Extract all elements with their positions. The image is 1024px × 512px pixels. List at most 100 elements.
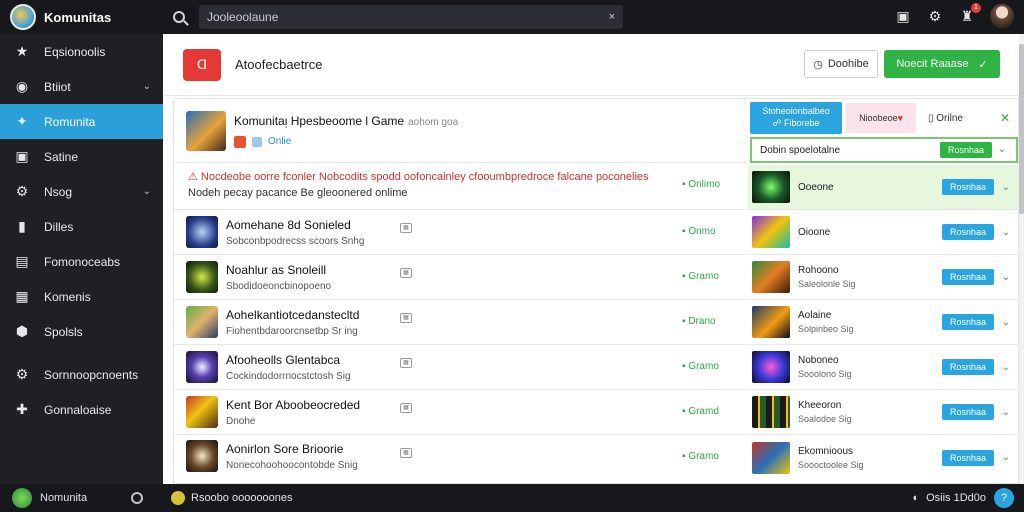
chevron-down-icon[interactable]: ⌄ bbox=[143, 81, 151, 92]
chevron-down-icon[interactable]: ⌄ bbox=[1002, 362, 1010, 373]
game-title: Aomehane 8d Sonieled bbox=[226, 217, 351, 232]
game-tag-icon[interactable]: ▦ bbox=[400, 358, 412, 368]
friend-name: Ooeone bbox=[798, 181, 834, 193]
sidebar-item-4[interactable]: ⚙ Nsog ⌄ bbox=[0, 174, 163, 209]
game-status-label: Gramo bbox=[688, 271, 719, 282]
friend-row[interactable]: Noboneo Sooolono Sig Rosnhaa ⌄ bbox=[748, 345, 1020, 390]
game-status: ▪ Onmo bbox=[682, 226, 716, 237]
tab-friends[interactable]: Stoheoionbalbeo ☍ Fiborebe bbox=[750, 102, 842, 134]
game-row[interactable]: Noahlur as Snoleill Sbodidoeoncbinopoeno … bbox=[174, 255, 746, 300]
secondary-button[interactable]: ◷ Doohibe bbox=[804, 50, 878, 78]
friend-row[interactable]: Rohoono Saleolonle Sig Rosnhaa ⌄ bbox=[748, 255, 1020, 300]
chevron-down-icon[interactable]: ⌄ bbox=[143, 186, 151, 197]
bottom-status[interactable]: Rsoobo ooooooones bbox=[171, 491, 293, 505]
friend-row[interactable]: Kheeoron Soalodoe Sig Rosnhaa ⌄ bbox=[748, 390, 1020, 435]
sidebar-item-label: Sornnoopcnoents bbox=[44, 367, 139, 382]
sidebar-item-9[interactable]: ⚙ Sornnoopcnoents bbox=[0, 357, 163, 392]
scrollbar-thumb[interactable] bbox=[1019, 44, 1024, 214]
friend-row[interactable]: Ekomnioous Soooctoolee Sig Rosnhaa ⌄ bbox=[748, 435, 1020, 480]
friends-filter[interactable]: Dobin spoelotalne Rosnhaa ⌄ bbox=[750, 137, 1018, 163]
game-row[interactable]: Afooheolls Glentabca Cockindodorrnocstcto… bbox=[174, 345, 746, 390]
chevron-down-icon[interactable]: ⌄ bbox=[1002, 317, 1010, 328]
chevron-down-icon[interactable]: ⌄ bbox=[1002, 452, 1010, 463]
friend-action-button[interactable]: Rosnhaa bbox=[942, 269, 994, 285]
chevron-down-icon[interactable]: ⌄ bbox=[1002, 227, 1010, 238]
game-title: Aonirlon Sore Brioorie bbox=[226, 441, 344, 456]
friend-action-button[interactable]: Rosnhaa bbox=[942, 404, 994, 420]
game-tag-icon[interactable]: ▦ bbox=[400, 403, 412, 413]
featured-game-row[interactable]: Komunitaᴉ Hpesbeoome l Game aohom goa Onl… bbox=[174, 99, 746, 163]
game-row[interactable]: Aomehane 8d Sonieled Sobconbpodrecss scoo… bbox=[174, 210, 746, 255]
sidebar-item-label: Fomonoceabs bbox=[44, 254, 121, 269]
friend-row[interactable]: Oioone Rosnhaa ⌄ bbox=[748, 210, 1020, 255]
help-button[interactable]: ? bbox=[994, 488, 1014, 508]
alert-message: ⚠ Nocdeobe oorre fconler Nobcodits spodd… bbox=[174, 163, 746, 210]
chevron-down-icon[interactable]: ⌄ bbox=[1002, 272, 1010, 283]
sidebar-item-0[interactable]: ★ Eqsionoolis bbox=[0, 34, 163, 69]
sidebar-item-7[interactable]: ▦ Komenis bbox=[0, 279, 163, 314]
sidebar-item-10[interactable]: ✚ Gonnaloaise bbox=[0, 392, 163, 427]
avatar[interactable] bbox=[990, 4, 1014, 28]
friend-row[interactable]: Aolaine Solpinbeo Sig Rosnhaa ⌄ bbox=[748, 300, 1020, 345]
friend-row[interactable]: Ooeone Rosnhaa ⌄ bbox=[748, 165, 1020, 210]
search-input[interactable] bbox=[207, 10, 587, 24]
sidebar-item-5[interactable]: ▮ Dilles bbox=[0, 209, 163, 244]
primary-button[interactable]: Noecit Raaase ✓ bbox=[884, 50, 1000, 78]
filter-button[interactable]: Rosnhaa bbox=[940, 142, 992, 158]
game-row[interactable]: Kent Bor Aboobeocreded Dnohe ▦ ▪ Gramd bbox=[174, 390, 746, 435]
friend-sub: Sooolono Sig bbox=[798, 369, 852, 379]
game-tag-icon[interactable]: ▦ bbox=[400, 313, 412, 323]
page-header: ᗡ Atoofecbaetrce ◷ Doohibe Noecit Raaase ✓ bbox=[163, 34, 1024, 96]
sidebar-item-1[interactable]: ◉ Btiiot ⌄ bbox=[0, 69, 163, 104]
image-icon[interactable]: ▣ bbox=[894, 7, 912, 25]
app-logo-icon bbox=[10, 4, 36, 30]
friend-action-button[interactable]: Rosnhaa bbox=[942, 359, 994, 375]
friend-action-button[interactable]: Rosnhaa bbox=[942, 449, 994, 466]
status-ring-icon[interactable] bbox=[131, 492, 143, 504]
brand[interactable]: Komunitas bbox=[0, 0, 163, 34]
game-tag-icon[interactable]: ▦ bbox=[400, 448, 412, 458]
chevron-down-icon[interactable]: ⌄ bbox=[1002, 407, 1010, 418]
sidebar-item-label: Btiiot bbox=[44, 79, 71, 94]
friend-name: Oioone bbox=[798, 226, 831, 238]
sidebar-item-label: Spolsls bbox=[44, 324, 83, 339]
gear-icon[interactable]: ⚙ bbox=[926, 7, 944, 25]
close-icon[interactable]: ✕ bbox=[1000, 111, 1010, 125]
game-subtitle: Fiohentbdaroorcnsetbp Sr ing bbox=[226, 325, 358, 337]
game-title: Aohelkantiotcedanstecltd bbox=[226, 307, 360, 322]
chevron-down-icon[interactable]: ⌄ bbox=[998, 144, 1006, 155]
sidebar-item-8[interactable]: ⬢ Spolsls bbox=[0, 314, 163, 349]
game-tag-icon[interactable]: ▦ bbox=[400, 223, 412, 233]
friend-action-button[interactable]: Rosnhaa bbox=[942, 179, 994, 195]
game-thumbnail bbox=[186, 396, 218, 428]
notification-icon[interactable]: ♜ 1 bbox=[958, 3, 981, 25]
tab-online[interactable]: ▯ Orilne bbox=[928, 113, 963, 124]
friend-sub: Soooctoolee Sig bbox=[798, 459, 864, 470]
game-row[interactable]: Aohelkantiotcedanstecltd Fiohentbdaroorcn… bbox=[174, 300, 746, 345]
tab-requests[interactable]: Nioobeoe♥ bbox=[846, 103, 916, 133]
games-panel: Komunitaᴉ Hpesbeoome l Game aohom goa Onl… bbox=[173, 98, 1020, 484]
friend-name: Kheeoron bbox=[798, 400, 842, 411]
game-tag-icon[interactable]: ▦ bbox=[400, 268, 412, 278]
search-icon[interactable] bbox=[173, 11, 185, 23]
friend-avatar bbox=[752, 171, 790, 203]
game-row[interactable]: Aonirlon Sore Brioorie Nonecohoohoocontob… bbox=[174, 435, 746, 477]
game-subtitle: Nonecohoohoocontobde Snig bbox=[226, 459, 358, 471]
game-thumbnail bbox=[186, 306, 218, 338]
sidebar-item-label: Nsog bbox=[44, 184, 73, 199]
app-name: Komunitas bbox=[44, 9, 112, 25]
friend-action-button[interactable]: Rosnhaa bbox=[942, 224, 994, 240]
clear-search-icon[interactable]: × bbox=[609, 11, 615, 23]
sidebar-item-2[interactable]: ✦ Romunita bbox=[0, 104, 163, 139]
game-text: Aohelkantiotcedanstecltd Fiohentbdaroorcn… bbox=[226, 308, 359, 337]
chevron-down-icon[interactable]: ⌄ bbox=[1002, 182, 1010, 193]
game-text: Afooheolls Glentabca Cockindodorrnocstcto… bbox=[226, 353, 351, 382]
scrollbar[interactable] bbox=[1019, 34, 1024, 484]
gear-icon: ⚙ bbox=[15, 366, 29, 382]
sidebar-item-6[interactable]: ▤ Fomonoceabs bbox=[0, 244, 163, 279]
friend-action-button[interactable]: Rosnhaa bbox=[942, 314, 994, 330]
header-buttons: ◷ Doohibe Noecit Raaase ✓ bbox=[804, 50, 1000, 78]
volume-icon[interactable]: ◖ bbox=[911, 492, 918, 504]
sidebar-item-3[interactable]: ▣ Satine bbox=[0, 139, 163, 174]
platform-icon bbox=[234, 135, 246, 148]
